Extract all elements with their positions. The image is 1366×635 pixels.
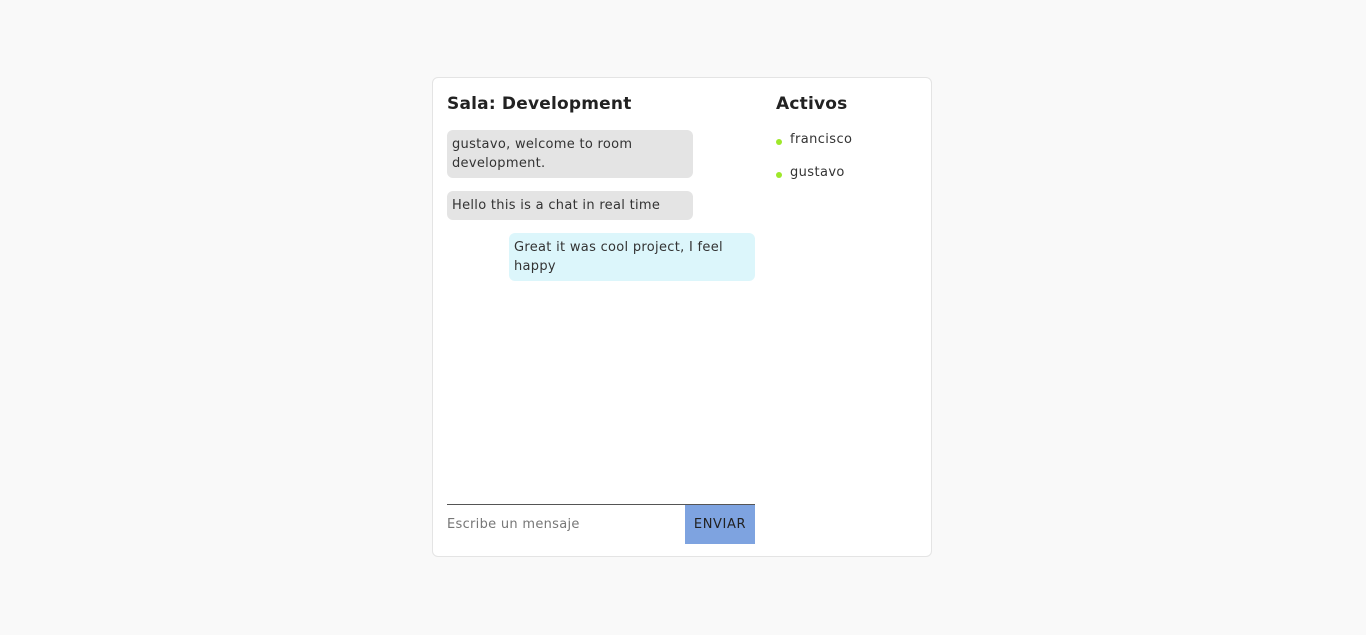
message-composer: ENVIAR [447, 504, 755, 544]
message-bubble: gustavo, welcome to room development. [447, 130, 693, 178]
active-user-name: gustavo [790, 165, 845, 180]
message-text: Hello this is a chat in real time [452, 198, 661, 213]
send-button[interactable]: ENVIAR [685, 505, 755, 544]
message-bubble: Hello this is a chat in real time [447, 191, 693, 220]
message-text: gustavo, welcome to room development. [452, 137, 633, 171]
message-bubble-own: Great it was cool project, I feel happy [509, 233, 755, 281]
active-users-title: Activos [776, 94, 848, 114]
active-user-name: francisco [790, 132, 853, 147]
online-status-icon [776, 172, 782, 178]
message-input[interactable] [447, 505, 685, 544]
room-title: Sala: Development [447, 94, 632, 114]
message-list: gustavo, welcome to room development. He… [447, 130, 755, 500]
chat-card: Sala: Development gustavo, welcome to ro… [432, 77, 932, 557]
message-text: Great it was cool project, I feel happy [514, 240, 723, 274]
online-status-icon [776, 139, 782, 145]
